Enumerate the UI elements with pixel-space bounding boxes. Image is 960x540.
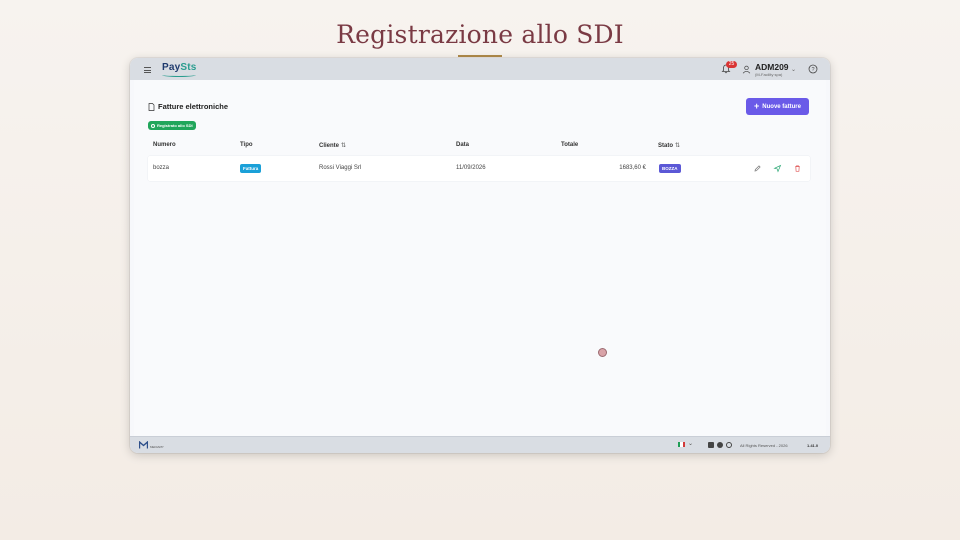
page-title: Fatture elettroniche <box>158 102 229 111</box>
tipo-badge: Fattura <box>240 164 262 173</box>
page-heading: Fatture elettroniche <box>148 102 228 111</box>
sort-icon[interactable]: ⇅ <box>675 143 680 149</box>
trash-icon[interactable] <box>793 164 802 173</box>
col-header-totale: Totale <box>561 142 579 148</box>
footer-logo-text: MEDIAPP <box>150 445 164 449</box>
slide-title: Registrazione allo SDI <box>336 20 624 49</box>
plus-icon: + <box>754 101 760 111</box>
new-invoice-button[interactable]: + Nuove fatture <box>746 98 809 115</box>
top-bar: PaySts 25 ADM209 (M-Facility spa) ⌄ ? <box>130 58 830 80</box>
col-header-cliente-label: Cliente <box>319 143 340 149</box>
check-circle-icon <box>151 123 155 128</box>
app-logo[interactable]: PaySts <box>162 62 197 73</box>
col-header-cliente[interactable]: Cliente ⇅ <box>319 142 346 149</box>
cell-data: 11/09/2026 <box>456 165 486 171</box>
user-org: (M-Facility spa) <box>755 72 783 77</box>
cell-cliente: Rossi Viaggi Srl <box>319 165 362 171</box>
col-header-tipo: Tipo <box>240 142 253 148</box>
facebook-icon[interactable] <box>717 442 723 448</box>
app-window: PaySts 25 ADM209 (M-Facility spa) ⌄ ? Fa… <box>130 58 830 453</box>
stato-badge: BOZZA <box>659 164 681 173</box>
main-content: Fatture elettroniche + Nuove fatture Reg… <box>134 80 826 436</box>
menu-icon[interactable] <box>144 67 151 75</box>
logo-sts: Sts <box>180 62 197 73</box>
col-header-stato[interactable]: Stato ⇅ <box>658 142 680 149</box>
col-header-stato-label: Stato <box>658 143 673 149</box>
cursor-indicator <box>598 348 607 357</box>
chevron-down-icon[interactable]: ⌄ <box>688 440 693 447</box>
logo-pay: Pay <box>162 62 181 73</box>
sort-icon[interactable]: ⇅ <box>341 143 346 149</box>
title-underline <box>458 55 502 57</box>
copyright-text: All Rights Reserved - 2026 <box>740 443 788 448</box>
logo-swoosh <box>162 73 196 77</box>
send-icon[interactable] <box>773 164 782 173</box>
col-header-numero: Numero <box>153 142 176 148</box>
notification-badge: 25 <box>726 61 737 68</box>
cell-numero: bozza <box>153 165 170 171</box>
linkedin-icon[interactable] <box>708 442 714 448</box>
mediapp-logo-icon <box>139 441 148 449</box>
user-icon[interactable] <box>742 65 751 74</box>
col-header-data: Data <box>456 142 470 148</box>
footer: MEDIAPP ⌄ All Rights Reserved - 2026 1.4… <box>130 436 830 453</box>
sdi-status-label: Registrato allo SDI <box>157 123 193 128</box>
version-text: 1.41.0 <box>807 443 819 448</box>
svg-text:?: ? <box>811 67 814 73</box>
cell-totale: 1683,60 € <box>619 165 646 171</box>
user-name[interactable]: ADM209 <box>755 62 789 72</box>
italy-flag-icon[interactable] <box>678 442 685 447</box>
edit-icon[interactable] <box>753 164 762 173</box>
sdi-status-badge: Registrato allo SDI <box>148 121 196 130</box>
document-icon <box>148 102 155 111</box>
help-icon[interactable]: ? <box>808 64 818 74</box>
table-row[interactable]: bozza Fattura Rossi Viaggi Srl 11/09/202… <box>148 156 810 181</box>
new-invoice-label: Nuove fatture <box>762 103 801 110</box>
chevron-down-icon[interactable]: ⌄ <box>791 66 796 73</box>
globe-icon[interactable] <box>726 442 732 448</box>
